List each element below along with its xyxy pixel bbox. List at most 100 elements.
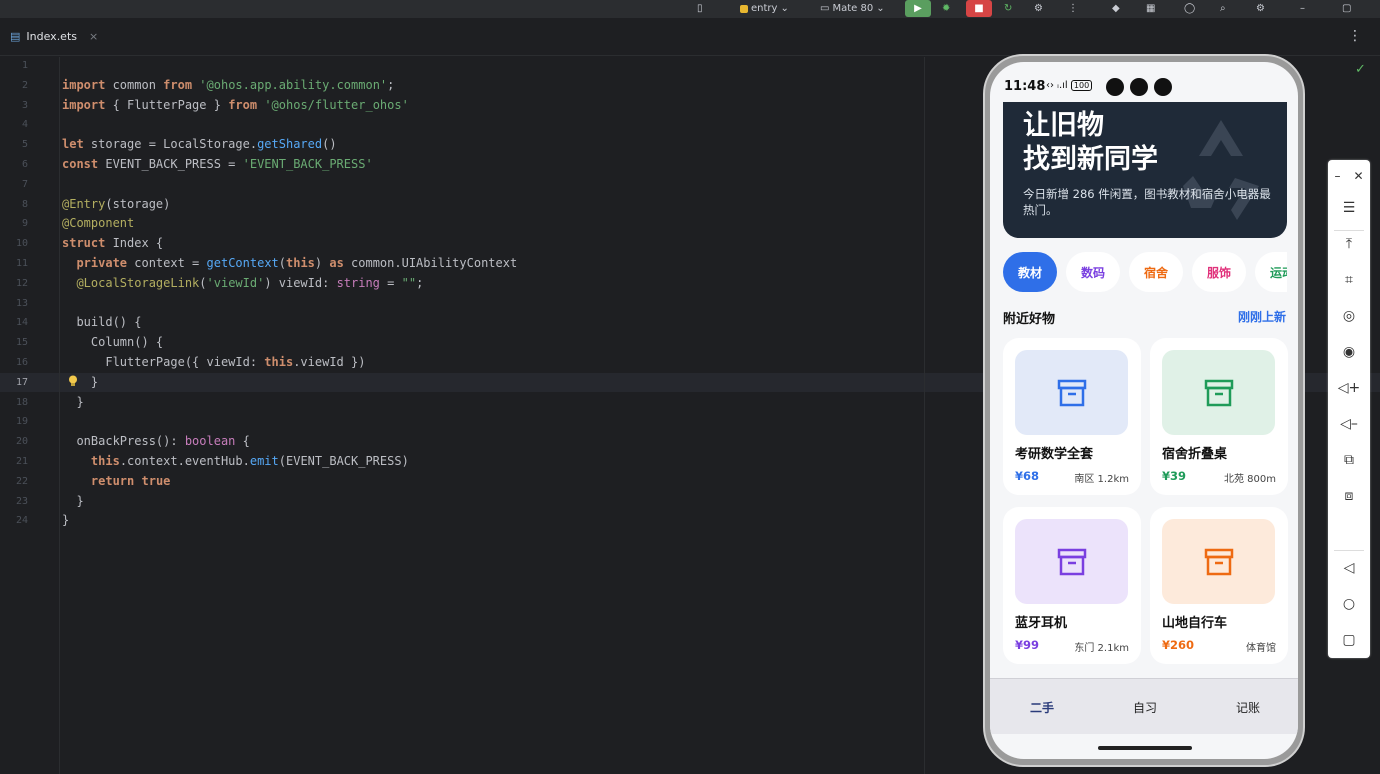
module-icon — [740, 4, 748, 13]
code-line[interactable]: } — [62, 395, 83, 409]
code-line[interactable]: return true — [62, 474, 171, 488]
line-number: 7 — [21, 178, 28, 190]
code-line[interactable]: struct Index { — [62, 236, 163, 250]
device-selector[interactable]: ▭ Mate 80 ⌄ — [820, 0, 885, 17]
line-number: 16 — [15, 357, 28, 368]
layout-grid-icon[interactable]: ▦ — [1146, 0, 1155, 17]
multi-device-icon[interactable]: ⧈ — [1328, 482, 1370, 510]
fold-icon[interactable]: ⧉ — [1328, 446, 1370, 474]
emulator-screen[interactable]: 11:48 ‹› ᵢ.ıl 100 让旧物 找到新同学 今日新增 286 件闲置… — [990, 62, 1298, 759]
line-number: 10 — [15, 238, 28, 250]
line-number: 1 — [21, 60, 28, 71]
line-number: 21 — [15, 456, 28, 467]
line-number: 2 — [21, 79, 28, 91]
divider — [1334, 550, 1364, 551]
code-line[interactable]: this.context.eventHub.emit(EVENT_BACK_PR… — [62, 454, 409, 468]
code-line[interactable]: Column() { — [62, 335, 163, 349]
emulator-frame: 11:48 ‹› ᵢ.ıl 100 让旧物 找到新同学 今日新增 286 件闲置… — [983, 54, 1305, 767]
layout-icon[interactable]: ▯ — [697, 0, 703, 17]
stop-icon[interactable]: ■ — [966, 0, 992, 17]
product-card[interactable]: 山地自行车 ¥260 体育馆 — [1150, 507, 1288, 664]
line-number: 15 — [15, 337, 28, 349]
file-icon: ▤ — [10, 30, 21, 43]
nav-item-secondhand[interactable]: 二手 — [1012, 699, 1072, 716]
module-selector[interactable]: entry ⌄ — [740, 0, 789, 17]
line-number: 22 — [15, 475, 28, 487]
main-toolbar: ▯ entry ⌄ ▭ Mate 80 ⌄ ▶ ✹ ■ ↻ ⚙ ⋮ ◆ ▦ ◯ … — [0, 0, 1380, 19]
product-location: 北苑 800m — [1223, 474, 1276, 485]
code-line[interactable]: @Component — [62, 216, 134, 230]
archive-icon — [1204, 548, 1233, 575]
maximize-icon[interactable]: ▢ — [1342, 0, 1351, 17]
product-card[interactable]: 蓝牙耳机 ¥99 东门 2.1km — [1003, 507, 1141, 664]
code-line[interactable]: private context = getContext(this) as co… — [62, 256, 517, 270]
category-chip[interactable]: 教材 — [1003, 252, 1057, 292]
crop-icon[interactable]: ⌗ — [1328, 266, 1370, 294]
hero-title-2: 找到新同学 — [1023, 144, 1158, 175]
code-line[interactable]: import common from '@ohos.app.ability.co… — [62, 78, 394, 92]
tab-index-ets[interactable]: ▤ Index.ets × — [10, 30, 98, 43]
product-card[interactable]: 宿舍折叠桌 ¥39 北苑 800m — [1150, 338, 1288, 495]
location-icon[interactable]: ◉ — [1328, 338, 1370, 366]
run-icon[interactable]: ▶ — [905, 0, 931, 17]
minimize-icon[interactable]: – — [1334, 169, 1340, 183]
checkmark-icon: ✓ — [1355, 62, 1366, 77]
category-chip[interactable]: 数码 — [1066, 252, 1120, 292]
hero-banner: 让旧物 找到新同学 今日新增 286 件闲置，图书教材和宿舍小电器最热门。 — [1003, 102, 1287, 238]
category-chip[interactable]: 运动 — [1255, 252, 1287, 292]
back-icon[interactable]: ◁ — [1328, 554, 1370, 582]
minimize-icon[interactable]: – — [1300, 0, 1305, 17]
code-line[interactable]: build() { — [62, 315, 141, 329]
close-icon[interactable]: × — [89, 30, 98, 43]
shield-icon[interactable]: ◆ — [1112, 0, 1120, 17]
menu-icon[interactable]: ☰ — [1328, 194, 1370, 222]
code-line[interactable]: onBackPress(): boolean { — [62, 434, 249, 448]
line-number: 9 — [21, 218, 28, 230]
volume-down-icon[interactable]: ◁– — [1328, 410, 1370, 438]
product-name: 考研数学全套 — [1015, 447, 1094, 462]
code-line[interactable]: import { FlutterPage } from '@ohos/flutt… — [62, 98, 409, 112]
home-indicator[interactable] — [1098, 746, 1192, 750]
account-icon[interactable]: ◯ — [1184, 0, 1195, 17]
nav-item-accounts[interactable]: 记账 — [1218, 699, 1278, 716]
close-icon[interactable]: ✕ — [1353, 169, 1363, 183]
product-price: ¥68 — [1015, 469, 1040, 483]
product-price: ¥99 — [1015, 638, 1040, 652]
debug-icon[interactable]: ✹ — [942, 0, 950, 17]
settings-icon[interactable]: ⚙ — [1256, 0, 1265, 17]
code-line[interactable]: const EVENT_BACK_PRESS = 'EVENT_BACK_PRE… — [62, 157, 373, 171]
line-number: 20 — [15, 436, 28, 448]
more-icon[interactable]: ⋮ — [1068, 0, 1078, 17]
attach-icon[interactable]: ⚙ — [1034, 0, 1043, 17]
category-chip[interactable]: 宿舍 — [1129, 252, 1183, 292]
recents-icon[interactable]: ▢ — [1328, 626, 1370, 654]
line-gutter: 1 2 3 4 5 6 7 8 9 10 11 12 13 14 15 16 17 18 19 20 21 22 23 24 — [0, 57, 60, 774]
code-line[interactable]: FlutterPage({ viewId: this.viewId }) — [62, 355, 365, 369]
line-number: 13 — [15, 297, 28, 309]
product-price: ¥260 — [1162, 638, 1195, 652]
search-icon[interactable]: ⌕ — [1220, 0, 1226, 17]
nav-item-study[interactable]: 自习 — [1115, 699, 1175, 716]
section-link[interactable]: 刚刚上新 — [1238, 308, 1286, 325]
category-chip[interactable]: 服饰 — [1192, 252, 1246, 292]
rotate-icon[interactable]: ◎ — [1328, 302, 1370, 330]
hero-subtitle: 今日新增 286 件闲置，图书教材和宿舍小电器最热门。 — [1023, 187, 1271, 217]
code-line[interactable]: @LocalStorageLink('viewId') viewId: stri… — [62, 276, 423, 290]
archive-icon — [1204, 379, 1233, 406]
line-number: 14 — [15, 317, 28, 329]
pin-top-icon[interactable]: ⤒ — [1328, 230, 1370, 258]
rerun-icon[interactable]: ↻ — [1004, 0, 1012, 17]
home-icon[interactable]: ○ — [1328, 590, 1370, 618]
code-line[interactable]: let storage = LocalStorage.getShared() — [62, 137, 337, 151]
product-card[interactable]: 考研数学全套 ¥68 南区 1.2km — [1003, 338, 1141, 495]
line-number: 6 — [21, 159, 28, 170]
tab-options-icon[interactable]: ⋮ — [1348, 28, 1362, 44]
code-line[interactable]: } — [62, 494, 83, 508]
code-line[interactable]: } — [62, 513, 69, 527]
device-icon: ▭ — [820, 3, 830, 14]
code-line[interactable]: @Entry(storage) — [62, 197, 170, 211]
line-number: 12 — [15, 277, 28, 289]
product-name: 蓝牙耳机 — [1015, 616, 1068, 631]
lightbulb-icon[interactable] — [68, 375, 78, 387]
volume-up-icon[interactable]: ◁+ — [1328, 374, 1370, 402]
